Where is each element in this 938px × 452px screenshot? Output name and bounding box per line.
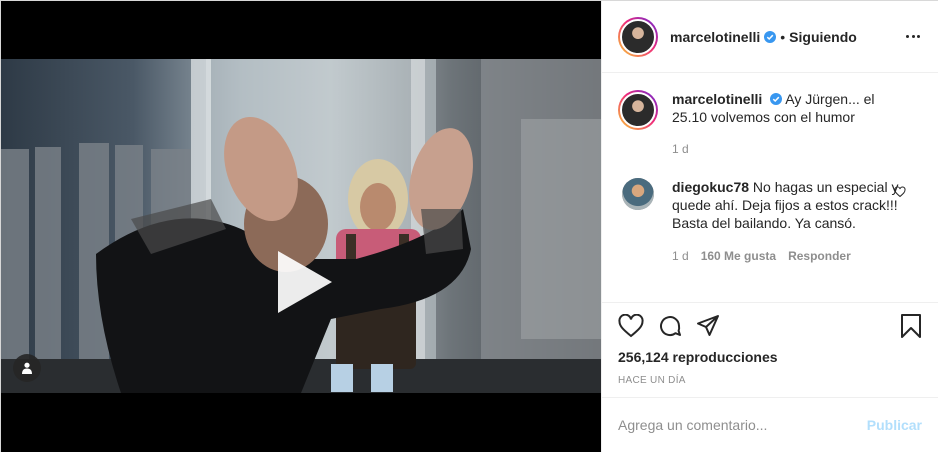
action-bar — [618, 303, 922, 349]
user-tag-icon — [22, 362, 32, 374]
comment-icon[interactable] — [658, 314, 682, 338]
comment-like-heart-icon[interactable] — [894, 186, 906, 198]
post-media — [1, 1, 601, 452]
comment-age[interactable]: 1 d — [672, 247, 689, 265]
comments-list: marcelotinelli Ay Jürgen... el 25.10 vol… — [602, 74, 938, 302]
tagged-users-button[interactable] — [13, 354, 41, 382]
paper-plane-icon[interactable] — [696, 314, 720, 338]
author-avatar[interactable] — [618, 16, 658, 57]
verified-badge-icon — [764, 30, 777, 43]
verified-badge-icon — [770, 93, 783, 105]
comment-reply-button[interactable]: Responder — [788, 247, 851, 265]
comment-meta: 1 d 160 Me gusta Responder — [672, 247, 910, 265]
comment-input[interactable] — [618, 417, 867, 433]
video-player[interactable] — [1, 59, 601, 393]
bookmark-icon[interactable] — [900, 314, 922, 338]
more-options-icon[interactable] — [906, 31, 920, 43]
caption-row: marcelotinelli Ay Jürgen... el 25.10 vol… — [618, 90, 922, 158]
post-sidebar: marcelotinelli • Siguiendo marcelotinell… — [601, 1, 938, 452]
play-button[interactable] — [268, 247, 338, 317]
commenter-avatar[interactable] — [622, 178, 654, 210]
instagram-post-modal: marcelotinelli • Siguiendo marcelotinell… — [0, 0, 938, 452]
following-button[interactable]: Siguiendo — [789, 29, 857, 45]
caption-meta: 1 d — [672, 140, 910, 158]
caption-age[interactable]: 1 d — [672, 140, 689, 158]
views-count[interactable]: 256,124 reproducciones — [618, 349, 922, 365]
commenter-username[interactable]: diegokuc78 — [672, 179, 749, 195]
caption-author-avatar[interactable] — [618, 90, 658, 130]
post-actions: 256,124 reproducciones HACE UN DÍA — [602, 302, 938, 386]
caption-text-block: marcelotinelli Ay Jürgen... el 25.10 vol… — [672, 90, 910, 158]
comment-likes[interactable]: 160 Me gusta — [701, 247, 776, 265]
post-header: marcelotinelli • Siguiendo — [602, 1, 938, 73]
publish-button[interactable]: Publicar — [867, 417, 922, 433]
heart-icon[interactable] — [618, 314, 644, 338]
author-username[interactable]: marcelotinelli — [670, 29, 760, 45]
comment-text-block: diegokuc78 No hagas un especial y quede … — [672, 178, 910, 265]
caption-author-username[interactable]: marcelotinelli — [672, 91, 762, 107]
author-info: marcelotinelli • Siguiendo — [670, 29, 857, 45]
video-frame-illustration — [1, 59, 601, 393]
play-icon — [278, 251, 332, 313]
add-comment-bar: Publicar — [602, 397, 938, 452]
post-timestamp[interactable]: HACE UN DÍA — [618, 375, 922, 386]
separator-dot: • — [780, 28, 786, 45]
comment-row: diegokuc78 No hagas un especial y quede … — [618, 178, 922, 265]
